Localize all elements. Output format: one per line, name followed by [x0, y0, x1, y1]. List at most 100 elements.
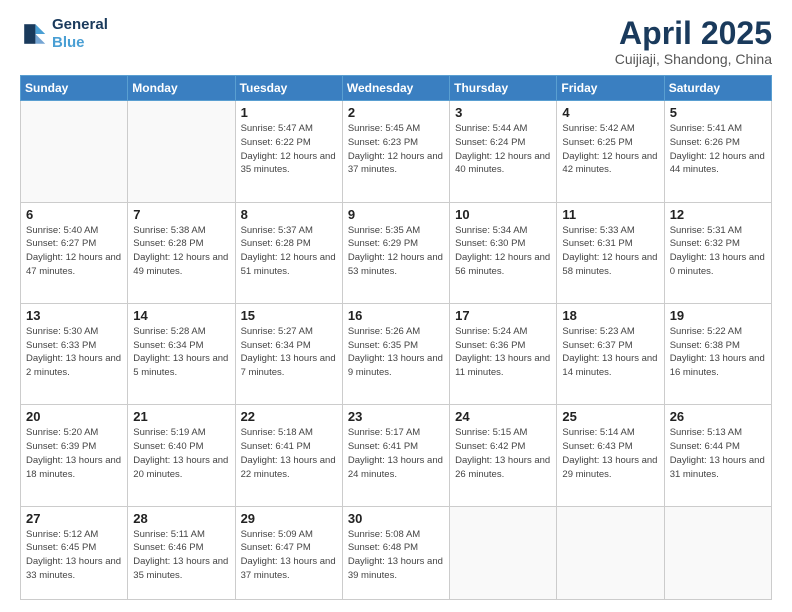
calendar-cell: 26 Sunrise: 5:13 AMSunset: 6:44 PMDayligh… — [664, 405, 771, 506]
day-number: 10 — [455, 207, 551, 222]
calendar-cell: 15Sunrise: 5:27 AMSunset: 6:34 PMDayligh… — [235, 303, 342, 404]
day-header-thursday: Thursday — [450, 76, 557, 101]
day-number: 23 — [348, 409, 444, 424]
day-number: 22 — [241, 409, 337, 424]
location: Cuijiaji, Shandong, China — [615, 51, 772, 67]
day-header-tuesday: Tuesday — [235, 76, 342, 101]
day-number: 18 — [562, 308, 658, 323]
calendar-cell: 7 Sunrise: 5:38 AMSunset: 6:28 PMDaylight… — [128, 202, 235, 303]
day-info: Sunrise: 5:41 AMSunset: 6:26 PMDaylight:… — [670, 122, 766, 177]
calendar-cell: 22 Sunrise: 5:18 AMSunset: 6:41 PMDayligh… — [235, 405, 342, 506]
calendar-cell — [557, 506, 664, 599]
day-number: 21 — [133, 409, 229, 424]
day-number: 16 — [348, 308, 444, 323]
calendar-cell: 1 Sunrise: 5:47 AMSunset: 6:22 PMDaylight… — [235, 101, 342, 202]
calendar-cell: 25Sunrise: 5:14 AMSunset: 6:43 PMDayligh… — [557, 405, 664, 506]
calendar-cell: 20Sunrise: 5:20 AMSunset: 6:39 PMDayligh… — [21, 405, 128, 506]
day-header-sunday: Sunday — [21, 76, 128, 101]
day-number: 5 — [670, 105, 766, 120]
logo: General Blue — [20, 16, 108, 52]
day-number: 6 — [26, 207, 122, 222]
day-info: Sunrise: 5:08 AMSunset: 6:48 PMDaylight:… — [348, 528, 444, 583]
day-info: Sunrise: 5:23 AMSunset: 6:37 PMDaylight:… — [562, 325, 658, 380]
logo-text: General Blue — [52, 16, 108, 52]
calendar-cell: 13 Sunrise: 5:30 AMSunset: 6:33 PMDayligh… — [21, 303, 128, 404]
day-info: Sunrise: 5:38 AMSunset: 6:28 PMDaylight:… — [133, 224, 229, 279]
day-info: Sunrise: 5:45 AMSunset: 6:23 PMDaylight:… — [348, 122, 444, 177]
calendar-week-4: 27 Sunrise: 5:12 AMSunset: 6:45 PMDayligh… — [21, 506, 772, 599]
day-header-monday: Monday — [128, 76, 235, 101]
day-number: 24 — [455, 409, 551, 424]
calendar-cell: 10 Sunrise: 5:34 AMSunset: 6:30 PMDayligh… — [450, 202, 557, 303]
day-header-wednesday: Wednesday — [342, 76, 449, 101]
calendar-cell: 9 Sunrise: 5:35 AMSunset: 6:29 PMDaylight… — [342, 202, 449, 303]
day-number: 13 — [26, 308, 122, 323]
calendar-cell: 29 Sunrise: 5:09 AMSunset: 6:47 PMDayligh… — [235, 506, 342, 599]
page: General Blue April 2025 Cuijiaji, Shando… — [0, 0, 792, 612]
calendar-cell: 11Sunrise: 5:33 AMSunset: 6:31 PMDayligh… — [557, 202, 664, 303]
day-info: Sunrise: 5:12 AMSunset: 6:45 PMDaylight:… — [26, 528, 122, 583]
day-number: 2 — [348, 105, 444, 120]
day-number: 1 — [241, 105, 337, 120]
day-info: Sunrise: 5:18 AMSunset: 6:41 PMDaylight:… — [241, 426, 337, 481]
day-header-saturday: Saturday — [664, 76, 771, 101]
day-info: Sunrise: 5:09 AMSunset: 6:47 PMDaylight:… — [241, 528, 337, 583]
calendar-cell: 24 Sunrise: 5:15 AMSunset: 6:42 PMDayligh… — [450, 405, 557, 506]
calendar-cell: 17Sunrise: 5:24 AMSunset: 6:36 PMDayligh… — [450, 303, 557, 404]
calendar-cell: 28Sunrise: 5:11 AMSunset: 6:46 PMDayligh… — [128, 506, 235, 599]
calendar-cell: 2 Sunrise: 5:45 AMSunset: 6:23 PMDaylight… — [342, 101, 449, 202]
day-info: Sunrise: 5:37 AMSunset: 6:28 PMDaylight:… — [241, 224, 337, 279]
calendar: SundayMondayTuesdayWednesdayThursdayFrid… — [20, 75, 772, 600]
logo-line1: General — [52, 16, 108, 34]
calendar-cell — [21, 101, 128, 202]
calendar-cell — [128, 101, 235, 202]
logo-icon — [20, 20, 48, 48]
day-number: 26 — [670, 409, 766, 424]
day-info: Sunrise: 5:27 AMSunset: 6:34 PMDaylight:… — [241, 325, 337, 380]
day-info: Sunrise: 5:24 AMSunset: 6:36 PMDaylight:… — [455, 325, 551, 380]
day-info: Sunrise: 5:31 AMSunset: 6:32 PMDaylight:… — [670, 224, 766, 279]
calendar-week-2: 13 Sunrise: 5:30 AMSunset: 6:33 PMDayligh… — [21, 303, 772, 404]
day-number: 3 — [455, 105, 551, 120]
calendar-cell: 8 Sunrise: 5:37 AMSunset: 6:28 PMDaylight… — [235, 202, 342, 303]
day-number: 9 — [348, 207, 444, 222]
day-number: 25 — [562, 409, 658, 424]
day-number: 8 — [241, 207, 337, 222]
day-info: Sunrise: 5:13 AMSunset: 6:44 PMDaylight:… — [670, 426, 766, 481]
day-number: 29 — [241, 511, 337, 526]
day-number: 12 — [670, 207, 766, 222]
header: General Blue April 2025 Cuijiaji, Shando… — [20, 16, 772, 67]
day-number: 4 — [562, 105, 658, 120]
day-info: Sunrise: 5:42 AMSunset: 6:25 PMDaylight:… — [562, 122, 658, 177]
calendar-cell: 3Sunrise: 5:44 AMSunset: 6:24 PMDaylight… — [450, 101, 557, 202]
day-info: Sunrise: 5:34 AMSunset: 6:30 PMDaylight:… — [455, 224, 551, 279]
day-number: 7 — [133, 207, 229, 222]
day-number: 11 — [562, 207, 658, 222]
day-info: Sunrise: 5:47 AMSunset: 6:22 PMDaylight:… — [241, 122, 337, 177]
calendar-cell: 30Sunrise: 5:08 AMSunset: 6:48 PMDayligh… — [342, 506, 449, 599]
calendar-week-1: 6Sunrise: 5:40 AMSunset: 6:27 PMDaylight… — [21, 202, 772, 303]
calendar-cell: 4 Sunrise: 5:42 AMSunset: 6:25 PMDaylight… — [557, 101, 664, 202]
calendar-cell: 5 Sunrise: 5:41 AMSunset: 6:26 PMDaylight… — [664, 101, 771, 202]
calendar-cell: 27 Sunrise: 5:12 AMSunset: 6:45 PMDayligh… — [21, 506, 128, 599]
title-area: April 2025 Cuijiaji, Shandong, China — [615, 16, 772, 67]
calendar-cell: 12 Sunrise: 5:31 AMSunset: 6:32 PMDayligh… — [664, 202, 771, 303]
day-info: Sunrise: 5:30 AMSunset: 6:33 PMDaylight:… — [26, 325, 122, 380]
day-info: Sunrise: 5:17 AMSunset: 6:41 PMDaylight:… — [348, 426, 444, 481]
month-title: April 2025 — [615, 16, 772, 51]
day-info: Sunrise: 5:20 AMSunset: 6:39 PMDaylight:… — [26, 426, 122, 481]
day-info: Sunrise: 5:19 AMSunset: 6:40 PMDaylight:… — [133, 426, 229, 481]
calendar-cell: 18 Sunrise: 5:23 AMSunset: 6:37 PMDayligh… — [557, 303, 664, 404]
calendar-cell: 23 Sunrise: 5:17 AMSunset: 6:41 PMDayligh… — [342, 405, 449, 506]
logo-line2: Blue — [52, 34, 85, 51]
calendar-cell — [450, 506, 557, 599]
calendar-cell: 19Sunrise: 5:22 AMSunset: 6:38 PMDayligh… — [664, 303, 771, 404]
calendar-cell — [664, 506, 771, 599]
day-info: Sunrise: 5:15 AMSunset: 6:42 PMDaylight:… — [455, 426, 551, 481]
calendar-week-0: 1 Sunrise: 5:47 AMSunset: 6:22 PMDaylight… — [21, 101, 772, 202]
day-info: Sunrise: 5:28 AMSunset: 6:34 PMDaylight:… — [133, 325, 229, 380]
day-number: 27 — [26, 511, 122, 526]
calendar-week-3: 20Sunrise: 5:20 AMSunset: 6:39 PMDayligh… — [21, 405, 772, 506]
calendar-cell: 16Sunrise: 5:26 AMSunset: 6:35 PMDayligh… — [342, 303, 449, 404]
day-info: Sunrise: 5:35 AMSunset: 6:29 PMDaylight:… — [348, 224, 444, 279]
